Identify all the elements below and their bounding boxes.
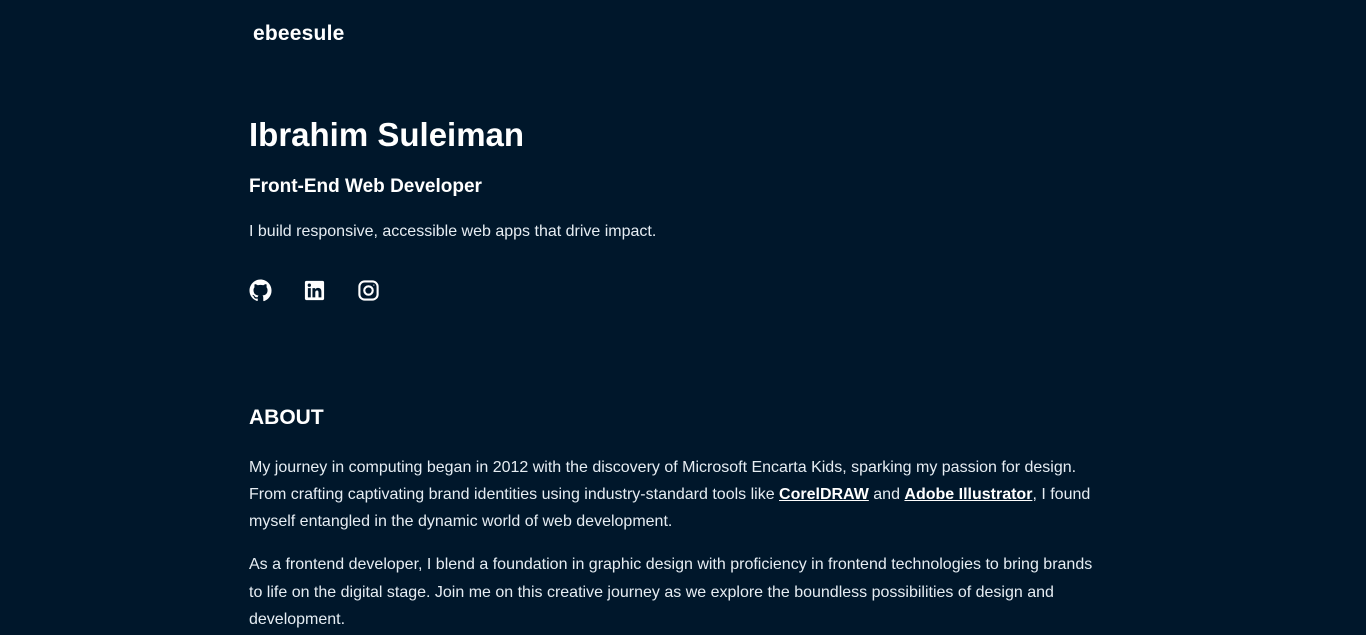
hero-tagline: I build responsive, accessible web apps … [249,223,657,240]
instagram-icon [358,280,379,301]
hero-name: Ibrahim Suleiman [249,116,525,153]
instagram-link[interactable] [357,279,380,302]
about-heading: ABOUT [249,406,324,429]
about-paragraph-1: My journey in computing began in 2012 wi… [249,454,1109,535]
social-links [249,279,380,302]
about-text: and [868,486,905,503]
about-paragraph-2: As a frontend developer, I blend a found… [249,556,1093,628]
linkedin-link[interactable] [303,279,326,302]
adobe-illustrator-link[interactable]: Adobe Illustrator [904,486,1032,503]
github-link[interactable] [249,279,272,302]
site-logo[interactable]: ebeesule [253,22,345,46]
github-icon [249,279,272,302]
linkedin-icon [304,280,325,301]
coreldraw-link[interactable]: CorelDRAW [779,486,869,503]
hero-role: Front-End Web Developer [249,176,482,197]
